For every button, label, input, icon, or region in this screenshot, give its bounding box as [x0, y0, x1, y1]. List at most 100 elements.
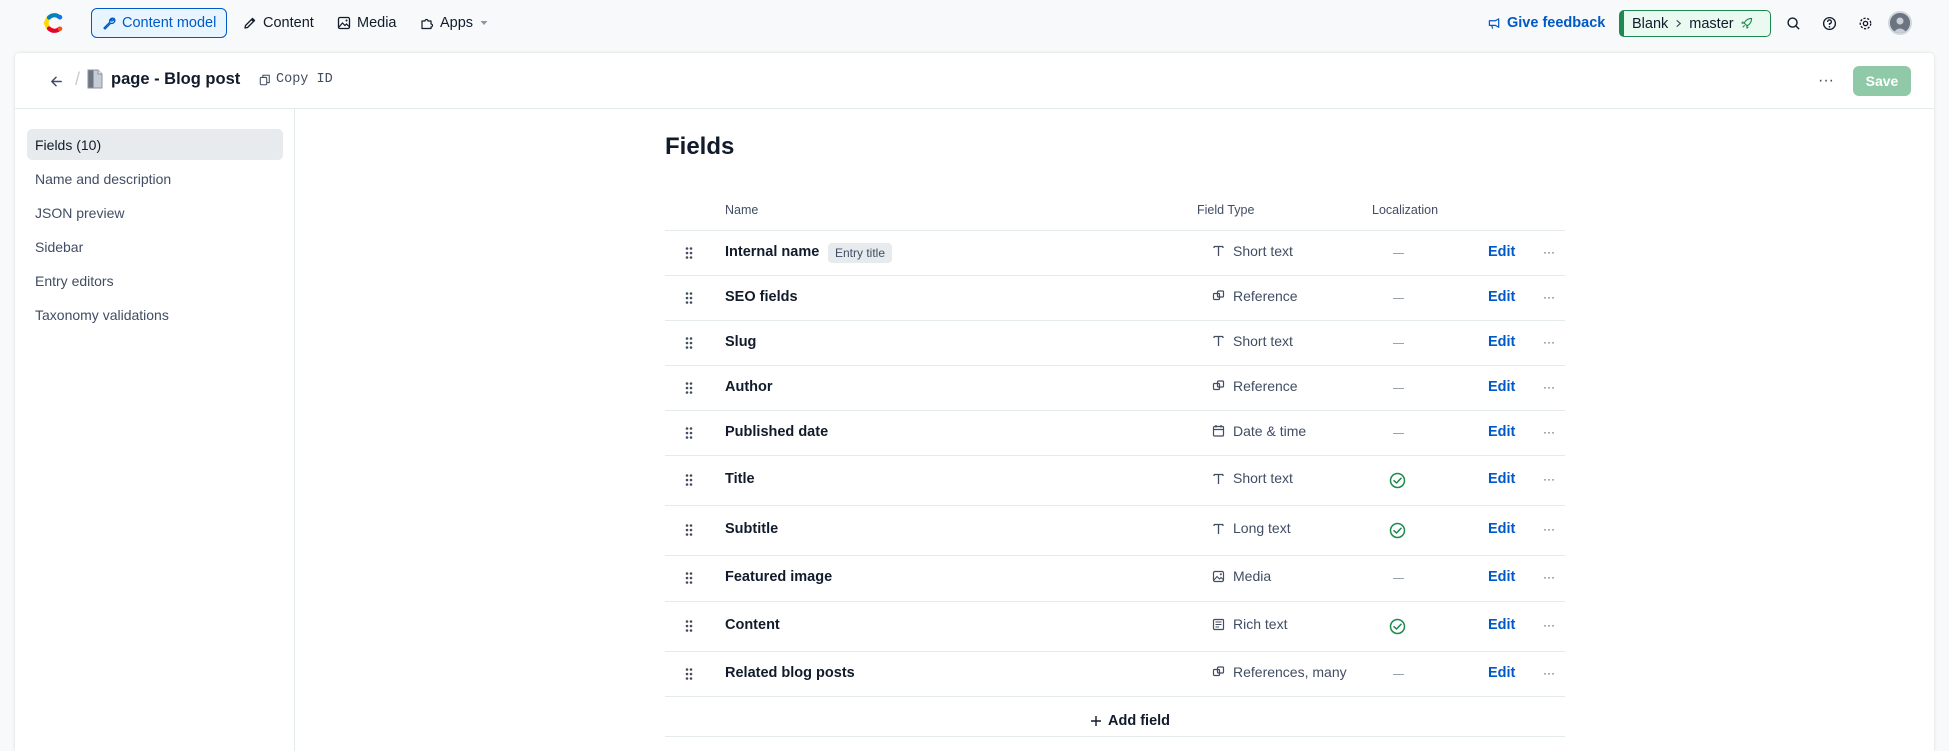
drag-handle-icon[interactable]	[683, 473, 695, 487]
more-actions-icon[interactable]: ···	[1815, 71, 1837, 91]
field-name: Title	[725, 471, 755, 487]
field-type: References, many	[1212, 664, 1347, 680]
localized-check-icon	[1389, 472, 1406, 489]
not-localized-dash	[1393, 342, 1404, 344]
copy-id-button[interactable]: Copy ID	[259, 72, 333, 87]
drag-handle-icon[interactable]	[683, 381, 695, 395]
add-field-button[interactable]: Add field	[1090, 713, 1170, 729]
user-avatar[interactable]	[1888, 11, 1912, 35]
plus-icon	[1091, 716, 1101, 726]
field-row[interactable]: Featured image Media Edit ···	[665, 555, 1565, 601]
edit-field-link[interactable]: Edit	[1488, 334, 1515, 350]
field-type-label: Long text	[1233, 520, 1291, 536]
arrow-left-icon	[50, 76, 62, 86]
drag-handle-icon[interactable]	[683, 246, 695, 260]
field-row[interactable]: Content Rich text Edit ···	[665, 601, 1565, 651]
sidebar-item-taxonomy-validations[interactable]: Taxonomy validations	[27, 299, 283, 330]
richtext-icon	[1212, 618, 1225, 630]
edit-field-link[interactable]: Edit	[1488, 244, 1515, 260]
field-more-actions-icon[interactable]: ···	[1541, 290, 1557, 304]
sidebar-item-name-and-description[interactable]: Name and description	[27, 163, 283, 194]
field-row[interactable]: Slug Short text Edit ···	[665, 320, 1565, 365]
edit-field-link[interactable]: Edit	[1488, 569, 1515, 585]
edit-field-link[interactable]: Edit	[1488, 379, 1515, 395]
field-row[interactable]: Title Short text Edit ···	[665, 455, 1565, 505]
field-row[interactable]: Related blog posts References, many Edit ·…	[665, 651, 1565, 696]
settings-gear-icon[interactable]	[1855, 13, 1875, 33]
feedback-icon	[1488, 17, 1500, 29]
field-name: Author	[725, 378, 773, 395]
environment-switcher[interactable]: Blank master	[1619, 10, 1771, 37]
field-name: Slug	[725, 333, 757, 350]
nav-content-model[interactable]: Content model	[91, 8, 228, 38]
drag-handle-icon[interactable]	[683, 336, 695, 350]
nav-apps[interactable]: Apps	[410, 8, 499, 38]
give-feedback-link[interactable]: Give feedback	[1488, 12, 1605, 34]
column-header-localization: Localization	[1372, 203, 1439, 217]
field-row[interactable]: SEO fields Reference Edit ···	[665, 275, 1565, 320]
content-type-editor: / page - Blog post Copy ID ··· Save Fiel…	[15, 53, 1934, 751]
field-more-actions-icon[interactable]: ···	[1541, 472, 1557, 486]
field-more-actions-icon[interactable]: ···	[1541, 245, 1557, 259]
field-name: Subtitle	[725, 521, 779, 537]
text-icon	[1213, 473, 1224, 484]
field-row[interactable]: Internal name Entry title Short text Edit ·…	[665, 230, 1565, 275]
field-more-actions-icon[interactable]: ···	[1541, 335, 1557, 349]
reference-icon	[1212, 666, 1225, 677]
field-type-label: Short text	[1233, 470, 1293, 486]
drag-handle-icon[interactable]	[683, 291, 695, 305]
top-navigation: Content model Content Media Apps Give fe…	[0, 0, 1949, 46]
field-type-label: References, many	[1233, 663, 1347, 680]
field-row[interactable]: Author Reference Edit ···	[665, 365, 1565, 410]
field-name: Content	[725, 617, 780, 633]
text-icon	[1213, 335, 1224, 346]
edit-field-link[interactable]: Edit	[1488, 521, 1515, 537]
field-type: Long text	[1212, 520, 1291, 536]
nav-media[interactable]: Media	[327, 8, 407, 38]
drag-handle-icon[interactable]	[683, 571, 695, 585]
sidebar-item-json-preview[interactable]: JSON preview	[27, 197, 283, 228]
back-button[interactable]	[43, 68, 69, 94]
field-more-actions-icon[interactable]: ···	[1541, 425, 1557, 439]
field-more-actions-icon[interactable]: ···	[1541, 666, 1557, 680]
search-icon[interactable]	[1783, 13, 1803, 33]
drag-handle-icon[interactable]	[683, 619, 695, 633]
reference-icon	[1212, 380, 1225, 391]
nav-content[interactable]: Content	[233, 8, 324, 38]
sidebar-item-entry-editors[interactable]: Entry editors	[27, 265, 283, 296]
field-more-actions-icon[interactable]: ···	[1541, 522, 1557, 536]
help-icon[interactable]	[1819, 13, 1839, 33]
content-type-header: / page - Blog post Copy ID ··· Save	[15, 53, 1934, 109]
field-more-actions-icon[interactable]: ···	[1541, 618, 1557, 632]
field-name: Related blog posts	[725, 664, 855, 681]
sidebar-item-sidebar[interactable]: Sidebar	[27, 231, 283, 262]
field-more-actions-icon[interactable]: ···	[1541, 570, 1557, 584]
calendar-icon	[1212, 425, 1225, 437]
field-row[interactable]: Subtitle Long text Edit ···	[665, 505, 1565, 555]
save-button[interactable]: Save	[1853, 66, 1911, 96]
sidebar-item-fields[interactable]: Fields (10)	[27, 129, 283, 160]
drag-handle-icon[interactable]	[683, 667, 695, 681]
copy-id-label: Copy ID	[276, 72, 333, 87]
localized-check-icon	[1389, 522, 1406, 539]
field-row[interactable]: Published date Date & time Edit ···	[665, 410, 1565, 455]
field-type-label: Rich text	[1233, 616, 1288, 632]
chevron-down-icon	[480, 21, 488, 25]
table-divider	[665, 696, 1565, 697]
field-type: Reference	[1212, 378, 1298, 394]
contentful-logo-icon[interactable]	[40, 10, 66, 36]
entry-title-badge: Entry title	[828, 242, 893, 263]
drag-handle-icon[interactable]	[683, 523, 695, 537]
edit-field-link[interactable]: Edit	[1488, 665, 1515, 681]
field-more-actions-icon[interactable]: ···	[1541, 380, 1557, 394]
field-type: Rich text	[1212, 616, 1287, 632]
table-divider	[665, 736, 1565, 737]
edit-field-link[interactable]: Edit	[1488, 617, 1515, 633]
drag-handle-icon[interactable]	[683, 426, 695, 440]
edit-field-link[interactable]: Edit	[1488, 289, 1515, 305]
field-type-label: Media	[1233, 568, 1272, 584]
edit-field-link[interactable]: Edit	[1488, 424, 1515, 440]
not-localized-dash	[1393, 387, 1404, 389]
column-header-name: Name	[725, 203, 759, 217]
edit-field-link[interactable]: Edit	[1488, 471, 1515, 487]
